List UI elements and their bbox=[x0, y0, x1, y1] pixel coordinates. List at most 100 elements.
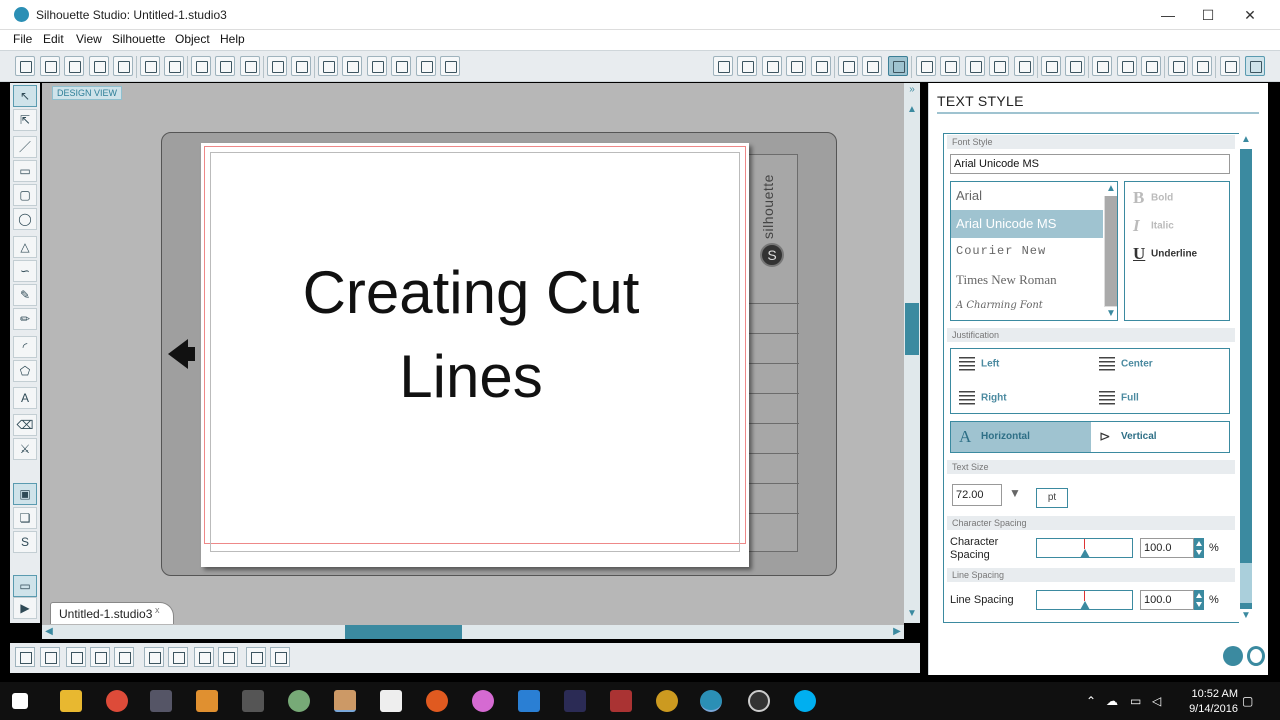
justify-full-button[interactable]: Full bbox=[1099, 391, 1139, 405]
font-list[interactable]: Arial Arial Unicode MS Courier New Times… bbox=[950, 181, 1118, 321]
horizontal-scroll-thumb[interactable] bbox=[345, 625, 462, 639]
new-document-icon[interactable] bbox=[15, 56, 35, 76]
arc-icon[interactable]: ◜ bbox=[13, 336, 37, 358]
app-icon-12[interactable] bbox=[564, 690, 586, 712]
close-button[interactable]: ✕ bbox=[1230, 4, 1270, 26]
zoom-out-icon[interactable] bbox=[367, 56, 387, 76]
library-panel-icon[interactable]: ▣ bbox=[13, 483, 37, 505]
tray-display-icon[interactable]: ▭ bbox=[1130, 694, 1141, 708]
font-scroll-down-icon[interactable]: ▼ bbox=[1104, 307, 1117, 320]
offset-bottom-icon[interactable] bbox=[270, 647, 290, 667]
silhouette-studio-taskbar-icon[interactable] bbox=[700, 690, 722, 712]
app-icon-3[interactable] bbox=[150, 690, 172, 712]
font-scroll-up-icon[interactable]: ▲ bbox=[1104, 182, 1117, 196]
menu-edit[interactable]: Edit bbox=[43, 32, 64, 46]
text-style-icon[interactable] bbox=[888, 56, 908, 76]
cut-icon[interactable] bbox=[240, 56, 260, 76]
app-icon-14[interactable] bbox=[656, 690, 678, 712]
send-icon[interactable] bbox=[1168, 56, 1188, 76]
cut-preview-panel-icon[interactable]: ▭ bbox=[13, 575, 37, 597]
underline-toggle[interactable]: U Underline bbox=[1133, 244, 1197, 264]
slider-knob[interactable] bbox=[1080, 549, 1090, 558]
chrome-icon[interactable] bbox=[106, 690, 128, 712]
bring-to-front-icon[interactable] bbox=[194, 647, 214, 667]
freehand-icon[interactable]: ✎ bbox=[13, 284, 37, 306]
zoom-in-icon[interactable] bbox=[342, 56, 362, 76]
fill-color-icon[interactable] bbox=[811, 56, 831, 76]
line-spacing-slider[interactable] bbox=[1036, 590, 1133, 610]
font-item-times-new-roman[interactable]: Times New Roman bbox=[951, 266, 1103, 294]
justify-center-button[interactable]: Center bbox=[1099, 357, 1153, 371]
print-icon[interactable] bbox=[140, 56, 160, 76]
app-icon-5[interactable] bbox=[242, 690, 264, 712]
select-icon[interactable]: ↖ bbox=[13, 85, 37, 107]
rectangle-icon[interactable]: ▭ bbox=[13, 160, 37, 182]
font-item-arial[interactable]: Arial bbox=[951, 182, 1103, 210]
group-icon[interactable] bbox=[66, 647, 86, 667]
minimize-button[interactable]: — bbox=[1148, 4, 1188, 26]
character-spacing-spinner-icon[interactable] bbox=[1194, 538, 1204, 558]
font-item-charming-font[interactable]: A Charming Font bbox=[951, 294, 1103, 320]
taskbar-clock[interactable]: 10:52 AM 9/14/2016 bbox=[1189, 687, 1238, 717]
eraser-tool-icon[interactable]: ⌫ bbox=[13, 414, 37, 436]
gear-icon[interactable] bbox=[1223, 646, 1243, 666]
weld-icon[interactable] bbox=[246, 647, 266, 667]
deselect-icon[interactable] bbox=[40, 647, 60, 667]
panel-scroll-thumb[interactable] bbox=[1240, 563, 1252, 603]
replicate-icon[interactable] bbox=[940, 56, 960, 76]
app-icon-11[interactable] bbox=[518, 690, 540, 712]
store-panel-icon[interactable]: ❏ bbox=[13, 507, 37, 529]
design-canvas[interactable]: DESIGN VIEW silhouette S Creating Cut Li… bbox=[42, 83, 904, 625]
refresh-icon[interactable] bbox=[1247, 646, 1265, 666]
cut-settings-icon[interactable] bbox=[786, 56, 806, 76]
open-icon[interactable] bbox=[40, 56, 60, 76]
release-compound-path-icon[interactable] bbox=[144, 647, 164, 667]
redo-icon[interactable] bbox=[291, 56, 311, 76]
font-list-scrollbar[interactable]: ▲ ▼ bbox=[1104, 182, 1117, 320]
send-to-silhouette-icon[interactable] bbox=[1065, 56, 1085, 76]
menu-object[interactable]: Object bbox=[175, 32, 210, 46]
line-color-icon[interactable] bbox=[838, 56, 858, 76]
app-icon-8[interactable] bbox=[380, 690, 402, 712]
cut-preview-icon[interactable] bbox=[1141, 56, 1161, 76]
tray-volume-icon[interactable]: ◁ bbox=[1152, 694, 1161, 708]
polygon-icon[interactable]: △ bbox=[13, 236, 37, 258]
delete-icon[interactable] bbox=[168, 647, 188, 667]
point-edit-icon[interactable]: ⇱ bbox=[13, 109, 37, 131]
menu-view[interactable]: View bbox=[76, 32, 102, 46]
regular-polygon-icon[interactable]: ⬠ bbox=[13, 360, 37, 382]
vertical-scrollbar[interactable]: » ▲ ▼ bbox=[904, 83, 920, 623]
italic-toggle[interactable]: I Italic bbox=[1133, 216, 1174, 236]
knife-icon[interactable] bbox=[1220, 56, 1240, 76]
panel-scroll-track[interactable] bbox=[1240, 149, 1252, 609]
file-explorer-icon[interactable] bbox=[60, 690, 82, 712]
registration-marks-icon[interactable] bbox=[762, 56, 782, 76]
itunes-icon[interactable] bbox=[472, 690, 494, 712]
page-setup-icon[interactable] bbox=[713, 56, 733, 76]
text-size-dropdown-icon[interactable]: ▼ bbox=[1004, 486, 1026, 504]
select-all-icon[interactable] bbox=[15, 647, 35, 667]
modify-icon[interactable] bbox=[1041, 56, 1061, 76]
library-icon[interactable] bbox=[1092, 56, 1112, 76]
app-icon-7[interactable] bbox=[334, 690, 356, 712]
line-style-icon[interactable] bbox=[862, 56, 882, 76]
panel-scroll-down-icon[interactable]: ▼ bbox=[1239, 609, 1253, 623]
text-object[interactable]: Creating Cut Lines bbox=[201, 251, 741, 419]
justify-left-button[interactable]: Left bbox=[959, 357, 999, 371]
line-spacing-field[interactable]: 100.0 bbox=[1140, 590, 1194, 610]
save-icon[interactable] bbox=[89, 56, 109, 76]
trace-icon[interactable] bbox=[1014, 56, 1034, 76]
menu-silhouette[interactable]: Silhouette bbox=[112, 32, 165, 46]
text-size-field[interactable]: 72.00 bbox=[952, 484, 1002, 506]
font-item-arial-unicode-ms[interactable]: Arial Unicode MS bbox=[951, 210, 1103, 238]
line-icon[interactable]: ／ bbox=[13, 136, 37, 158]
print-cut-icon[interactable] bbox=[164, 56, 184, 76]
fit-to-window-icon[interactable] bbox=[440, 56, 460, 76]
align-icon[interactable] bbox=[965, 56, 985, 76]
paste-icon[interactable] bbox=[215, 56, 235, 76]
play-icon[interactable]: ▶ bbox=[13, 597, 37, 619]
ellipse-icon[interactable]: ◯ bbox=[13, 208, 37, 230]
scroll-left-icon[interactable]: ◀ bbox=[42, 625, 56, 639]
copy-icon[interactable] bbox=[191, 56, 211, 76]
orientation-vertical-button[interactable]: ⊳ Vertical bbox=[1091, 422, 1231, 452]
